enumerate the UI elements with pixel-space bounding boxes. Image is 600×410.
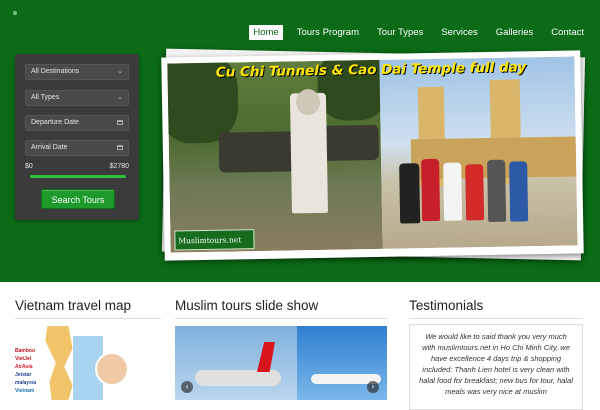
map-section-title: Vietnam travel map [15, 298, 132, 313]
tourist-figure [487, 159, 507, 222]
type-select[interactable]: All Types ⌄ [25, 90, 129, 106]
chevron-down-icon: ⌄ [117, 68, 123, 75]
arrival-placeholder: Arrival Date [31, 144, 68, 151]
search-tours-button[interactable]: Search Tours [41, 189, 115, 209]
tourist-figure [465, 164, 485, 221]
arrival-date-field[interactable]: Arrival Date [25, 140, 129, 156]
price-max: $2780 [109, 163, 129, 170]
featured-photo: Cu Chi Tunnels & Cao Dai Temple full day… [167, 56, 578, 253]
price-range-fill [30, 175, 126, 178]
section-divider [409, 318, 583, 319]
section-divider [175, 318, 387, 319]
calendar-icon[interactable] [117, 120, 123, 125]
chevron-left-icon[interactable]: ‹ [181, 381, 193, 393]
muslimtours-watermark: Muslimtours.net [174, 229, 255, 251]
logo-dot[interactable] [13, 11, 17, 15]
tour-search-panel: All Destinations ⌄ All Types ⌄ Departure… [15, 54, 139, 220]
map-legend-item: Bamboo [15, 348, 35, 354]
nav-tour-types[interactable]: Tour Types [373, 25, 427, 40]
section-divider [15, 318, 161, 319]
price-range-labels: $0 $2780 [25, 163, 129, 170]
cao-dai-photo [379, 56, 578, 249]
main-nav: Home Tours Program Tour Types Services G… [249, 25, 588, 40]
map-legend-item: VietJet [15, 356, 32, 362]
slideshow-section-title: Muslim tours slide show [175, 298, 319, 313]
map-legend-item: AirAsia [15, 364, 33, 370]
departure-placeholder: Departure Date [31, 119, 79, 126]
destination-select[interactable]: All Destinations ⌄ [25, 64, 129, 80]
child-photo [95, 352, 129, 386]
departure-date-field[interactable]: Departure Date [25, 115, 129, 131]
nav-home[interactable]: Home [249, 25, 283, 40]
vietnam-travel-map[interactable]: Bamboo VietJet AirAsia Jetstar malaysia … [15, 326, 161, 400]
nav-services[interactable]: Services [437, 25, 481, 40]
nav-contact[interactable]: Contact [547, 25, 588, 40]
price-min: $0 [25, 163, 33, 170]
tourist-figure [421, 158, 441, 222]
plane-fuselage [195, 370, 281, 386]
plane-tail [257, 342, 275, 372]
nav-tours-program[interactable]: Tours Program [293, 25, 363, 40]
nav-galleries[interactable]: Galleries [492, 25, 538, 40]
map-legend-item: malaysia [15, 380, 37, 386]
testimonials-title: Testimonials [409, 298, 484, 313]
type-value: All Types [31, 94, 60, 101]
testimonial-box: We would like to said thank you very muc… [409, 324, 583, 410]
muslim-tours-slideshow[interactable]: ‹ › [175, 326, 387, 400]
cu-chi-photo [167, 56, 389, 253]
calendar-icon[interactable] [117, 145, 123, 150]
featured-slide[interactable]: Cu Chi Tunnels & Cao Dai Temple full day… [161, 50, 584, 261]
chevron-down-icon: ⌄ [117, 94, 123, 101]
price-range-slider[interactable] [30, 175, 126, 178]
tank-shape [218, 131, 300, 173]
airasia-plane-photo [175, 326, 297, 400]
tourist-figure [509, 161, 529, 222]
testimonial-text: We would like to said thank you very muc… [419, 332, 573, 396]
tank-shape [318, 124, 380, 161]
hero-band: Home Tours Program Tour Types Services G… [0, 0, 600, 282]
destination-value: All Destinations [31, 68, 80, 75]
tourist-figure [443, 162, 463, 221]
map-legend-item: Vietnam [15, 388, 35, 394]
chevron-right-icon[interactable]: › [367, 381, 379, 393]
map-legend-item: Jetstar [15, 372, 32, 378]
tourist-figure [399, 163, 421, 224]
